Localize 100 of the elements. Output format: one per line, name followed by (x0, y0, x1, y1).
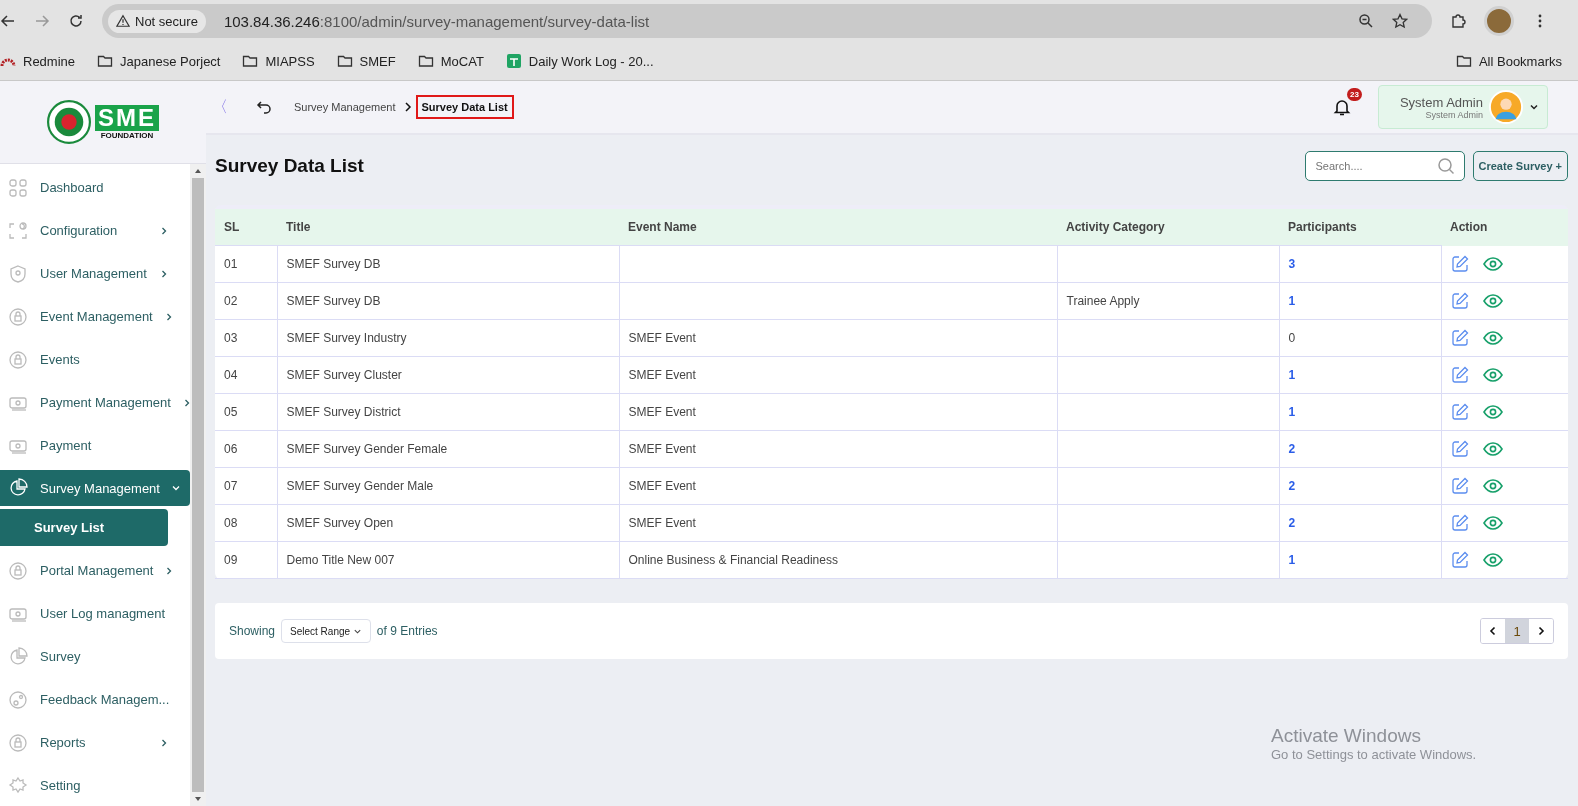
user-name: System Admin (1399, 94, 1483, 110)
bookmark[interactable]: MIAPSS (242, 53, 315, 69)
edit-icon[interactable] (1450, 402, 1469, 421)
table-cell: SMEF Event (628, 516, 696, 530)
sidebar-item[interactable]: Reports (0, 721, 190, 764)
edit-icon[interactable] (1450, 550, 1469, 569)
sidebar-item[interactable]: Payment Management (0, 381, 190, 424)
table-cell: 09 (224, 553, 238, 567)
user-role: System Admin (1425, 109, 1483, 120)
star-icon[interactable] (1392, 13, 1408, 29)
edit-icon[interactable] (1450, 476, 1469, 495)
all-bookmarks[interactable]: All Bookmarks (1455, 53, 1562, 69)
eye-icon[interactable] (1482, 404, 1503, 419)
page-title: Survey Data List (215, 155, 364, 177)
range-dropdown[interactable]: Select Range (281, 619, 371, 643)
undo-icon[interactable] (256, 99, 272, 115)
eye-icon[interactable] (1482, 515, 1503, 530)
edit-icon[interactable] (1450, 513, 1469, 532)
table-cell: 02 (224, 294, 238, 308)
pie-chart-icon (8, 478, 28, 498)
sidebar-item[interactable]: Survey (0, 635, 190, 678)
participants-link[interactable]: 1 (1288, 294, 1296, 308)
security-chip[interactable]: Not secure (108, 9, 206, 33)
participants-link[interactable]: 1 (1288, 368, 1296, 382)
sidebar-item[interactable]: Portal Management (0, 549, 190, 592)
profile-avatar[interactable] (1484, 6, 1514, 36)
bookmark[interactable]: Japanese Porject (97, 53, 221, 69)
puzzle-icon[interactable] (1450, 13, 1466, 29)
sidebar-item[interactable]: Dashboard (0, 166, 190, 209)
sidebar-item[interactable]: Feedback Managem... (0, 678, 190, 721)
table-cell: 07 (224, 479, 238, 493)
eye-icon[interactable] (1482, 293, 1503, 308)
sidebar-item[interactable]: Event Management (0, 295, 190, 338)
participants-link[interactable]: 2 (1288, 479, 1296, 493)
scroll-up-icon[interactable] (194, 167, 202, 175)
folder-icon (242, 53, 259, 69)
participants-link[interactable]: 1 (1288, 553, 1296, 567)
sidebar-item[interactable]: Survey Management (0, 470, 190, 506)
zoom-icon[interactable] (1358, 13, 1374, 29)
table-cell: 0 (1288, 331, 1296, 345)
logo-subtitle: FOUNDATION (100, 130, 154, 140)
table-cell: SMEF Survey Industry (286, 331, 407, 345)
edit-icon[interactable] (1450, 328, 1469, 347)
eye-icon[interactable] (1482, 478, 1503, 493)
reload-icon[interactable] (68, 13, 84, 29)
chevron-right-icon (1536, 626, 1546, 636)
sidebar-subitem[interactable]: Survey List (0, 509, 168, 546)
sidebar-item[interactable]: User Management (0, 252, 190, 295)
sidebar-item[interactable]: User Log managment (0, 592, 190, 635)
grid-icon (8, 177, 28, 198)
bookmark[interactable]: SMEF (336, 53, 396, 69)
table-cell: SMEF Survey Cluster (286, 368, 402, 382)
back-icon[interactable] (0, 13, 16, 29)
pie-chart-icon (8, 646, 28, 667)
search-field[interactable]: Search.... (1304, 151, 1465, 181)
page-button[interactable]: 1 (1505, 619, 1529, 643)
participants-link[interactable]: 2 (1288, 516, 1296, 530)
user-menu[interactable]: System Admin System Admin (1378, 85, 1548, 129)
column-header: Event Name (619, 209, 1057, 246)
participants-link[interactable]: 1 (1288, 405, 1296, 419)
table-cell: SMEF Survey District (286, 405, 401, 419)
sidebar-item[interactable]: Payment (0, 424, 190, 467)
warning-icon (116, 14, 130, 28)
edit-icon[interactable] (1450, 254, 1469, 273)
edit-icon[interactable] (1450, 365, 1469, 384)
table-cell: SMEF Event (628, 479, 696, 493)
bookmark[interactable]: Redmine (0, 53, 76, 69)
eye-icon[interactable] (1482, 256, 1503, 271)
participants-link[interactable]: 3 (1288, 257, 1296, 271)
table-cell: SMEF Survey DB (286, 257, 381, 271)
address-bar[interactable]: Not secure 103.84.36.246:8100/admin/survey-management/survey-data-list (102, 4, 1432, 38)
eye-icon[interactable] (1482, 367, 1503, 382)
column-header: Participants (1279, 209, 1441, 246)
sidebar-item[interactable]: Events (0, 338, 190, 381)
participants-link[interactable]: 2 (1288, 442, 1296, 456)
emblem-icon (47, 100, 91, 144)
bookmark[interactable]: MoCAT (417, 53, 484, 69)
edit-icon[interactable] (1450, 291, 1469, 310)
spreadsheet-icon (505, 53, 522, 69)
bookmark[interactable]: Daily Work Log - 20... (505, 53, 654, 69)
column-header: Activity Category (1057, 209, 1279, 246)
breadcrumb-link[interactable]: Survey Management (290, 97, 400, 117)
lock-icon (8, 732, 28, 753)
logo-wordmark: SME (95, 104, 159, 131)
column-header: SL (215, 209, 277, 246)
create-survey-button[interactable]: Create Survey + (1472, 151, 1568, 181)
folder-icon (1455, 53, 1472, 69)
eye-icon[interactable] (1482, 330, 1503, 345)
eye-icon[interactable] (1482, 552, 1503, 567)
edit-icon[interactable] (1450, 439, 1469, 458)
sidebar-item[interactable]: Configuration (0, 209, 190, 252)
table-cell: SMEF Event (628, 442, 696, 456)
forward-icon[interactable] (34, 13, 50, 29)
breadcrumb-link[interactable]: Survey Data List (415, 95, 514, 119)
bell-icon[interactable] (1332, 97, 1352, 117)
scrollbar[interactable] (190, 164, 206, 806)
sidebar-item[interactable]: Setting (0, 764, 190, 806)
scroll-down-icon[interactable] (194, 795, 202, 803)
eye-icon[interactable] (1482, 441, 1503, 456)
table-cell: Online Business & Financial Readiness (628, 553, 838, 567)
